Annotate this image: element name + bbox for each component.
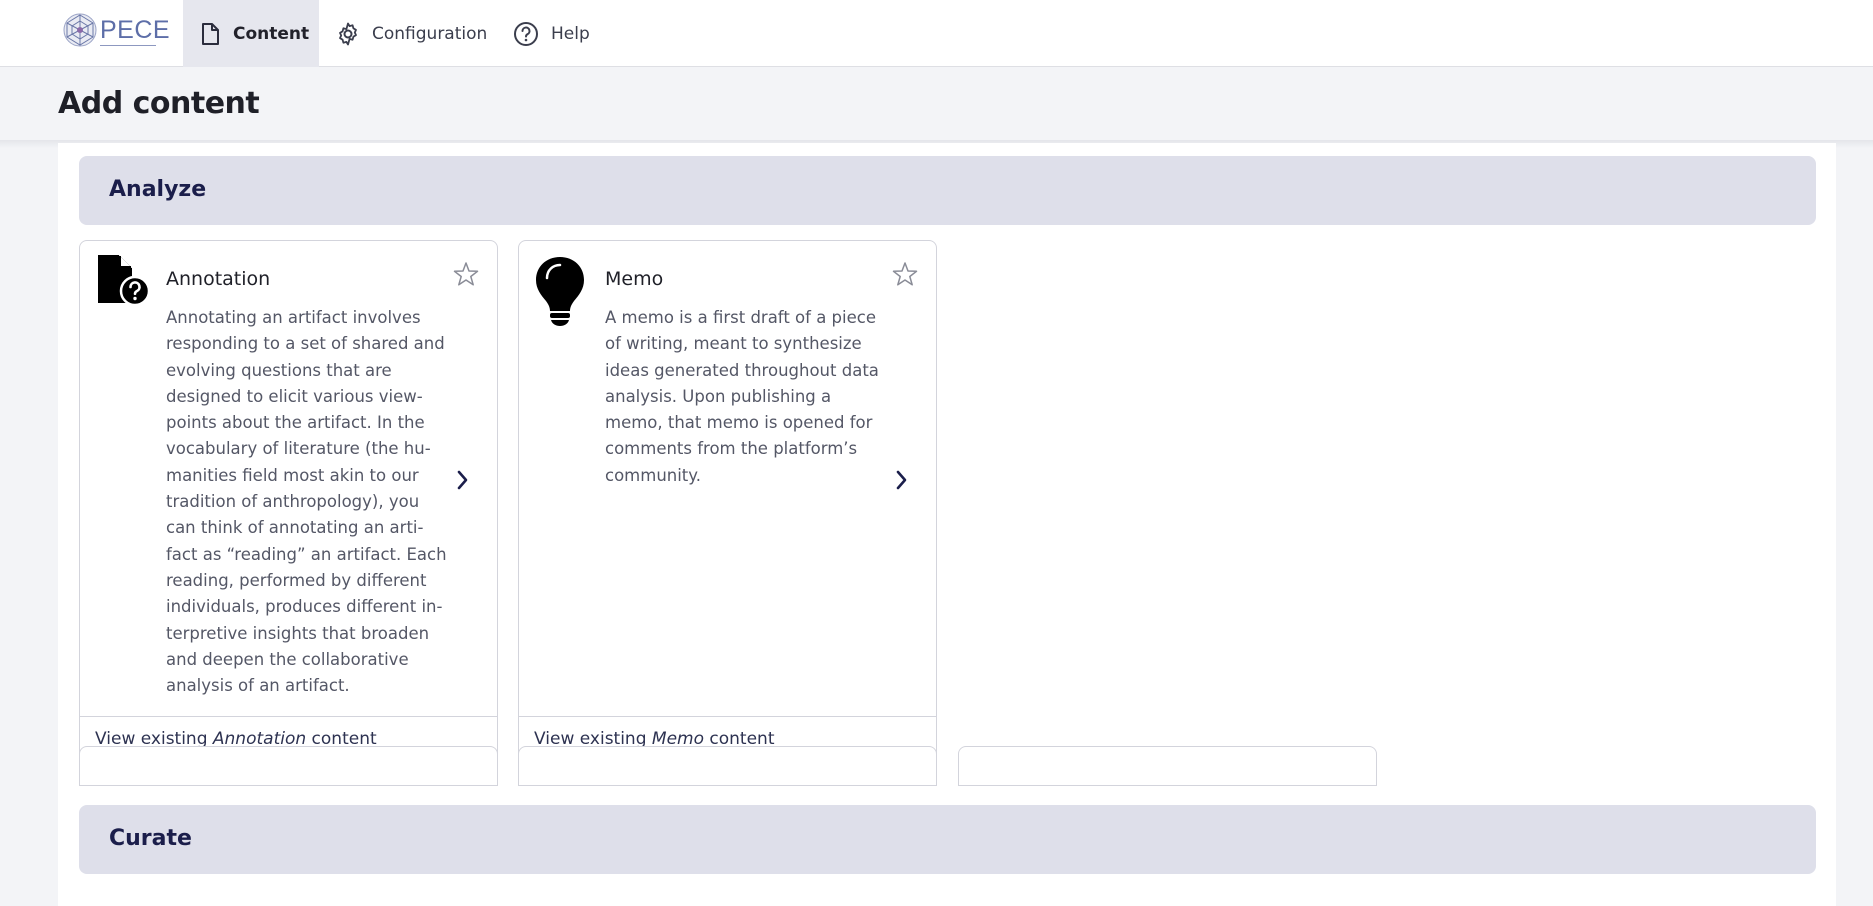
content-type-card-memo[interactable]: Memo A memo is a first draft of a piece … xyxy=(518,240,937,764)
lightbulb-icon xyxy=(534,255,586,331)
tab-content-label: Content xyxy=(233,23,310,44)
document-icon xyxy=(202,22,219,45)
content-type-card-partial[interactable] xyxy=(79,746,498,786)
page-title-region: Add content xyxy=(0,68,1873,140)
favorite-star-icon[interactable] xyxy=(453,261,479,291)
logo-icon xyxy=(63,13,97,47)
tab-help[interactable]: Help xyxy=(497,0,607,67)
card-title-memo: Memo xyxy=(605,268,664,290)
content-type-card-annotation[interactable]: Annotation Annotating an artifact involv… xyxy=(79,240,498,764)
chevron-right-icon[interactable] xyxy=(895,469,909,495)
page-title: Add content xyxy=(58,86,260,121)
site-logo[interactable]: PECE xyxy=(62,12,170,50)
gear-icon xyxy=(339,22,357,45)
card-description-memo: A memo is a first draft of a piece of wr… xyxy=(605,308,879,485)
logo-underline xyxy=(100,45,156,46)
section-header-analyze: Analyze xyxy=(79,156,1816,225)
chevron-right-icon[interactable] xyxy=(456,469,470,495)
content-type-card-partial[interactable] xyxy=(518,746,937,786)
main-content-panel: Analyze Annotation Annotating an artifac… xyxy=(58,143,1836,906)
tab-help-label: Help xyxy=(551,23,590,44)
section-header-curate: Curate xyxy=(79,805,1816,874)
card-description-annotation: Annotating an artifact involves respondi… xyxy=(166,308,447,696)
section-title-analyze: Analyze xyxy=(109,177,207,202)
file-question-icon xyxy=(95,255,151,309)
tab-configuration-label: Configuration xyxy=(372,23,488,44)
top-bar: PECE Content Configuration Help xyxy=(0,0,1873,67)
logo-text: PECE xyxy=(100,16,171,44)
question-circle-icon xyxy=(514,21,538,46)
section-title-curate: Curate xyxy=(109,826,192,851)
card-title-annotation: Annotation xyxy=(166,268,271,290)
tab-content[interactable]: Content xyxy=(183,0,319,67)
tab-configuration[interactable]: Configuration xyxy=(320,0,490,67)
content-type-card-partial[interactable] xyxy=(958,746,1377,786)
favorite-star-icon[interactable] xyxy=(892,261,918,291)
